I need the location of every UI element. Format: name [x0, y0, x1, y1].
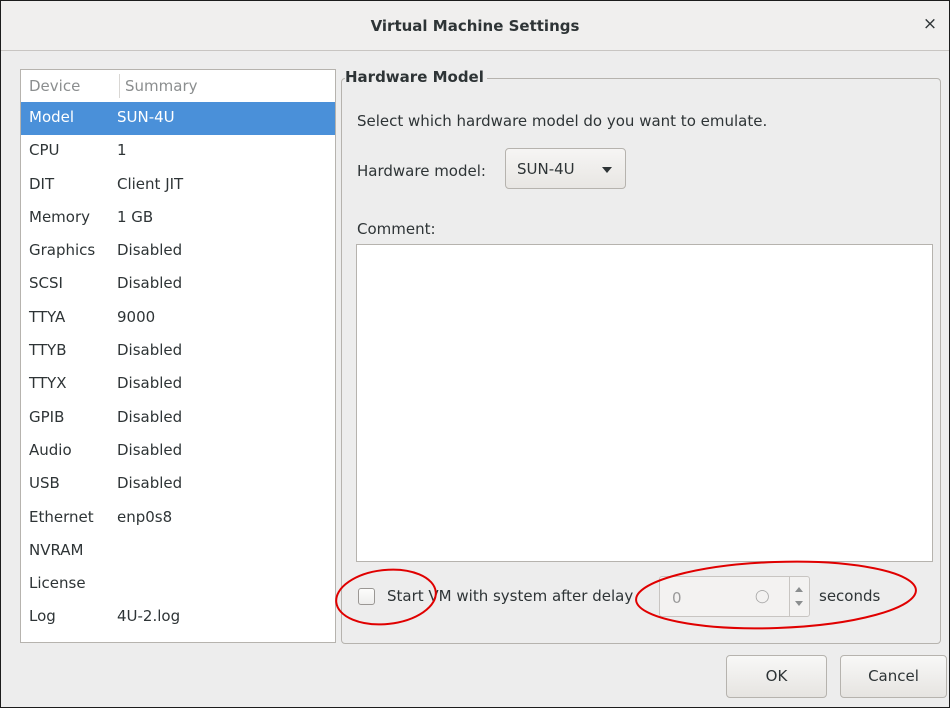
- device-name: Audio: [29, 440, 72, 459]
- device-summary: Client JIT: [117, 174, 184, 193]
- device-summary: 1 GB: [117, 207, 154, 226]
- device-row[interactable]: Graphics Disabled: [21, 235, 335, 268]
- device-summary: enp0s8: [117, 507, 173, 526]
- delay-spinbutton[interactable]: ◯: [659, 576, 810, 617]
- hardware-model-value: SUN-4U: [517, 160, 575, 178]
- device-name: DIT: [29, 174, 55, 193]
- close-icon[interactable]: ×: [921, 15, 939, 33]
- device-row[interactable]: License: [21, 568, 335, 601]
- device-row[interactable]: TTYA 9000: [21, 302, 335, 335]
- device-summary: Disabled: [117, 341, 183, 360]
- device-name: USB: [29, 474, 60, 493]
- comment-label: Comment:: [357, 220, 436, 238]
- group-title: Hardware Model: [345, 68, 487, 86]
- device-summary: Disabled: [117, 274, 183, 293]
- device-row[interactable]: DIT Client JIT: [21, 169, 335, 202]
- increment-icon[interactable]: [795, 587, 803, 592]
- device-name: NVRAM: [29, 540, 84, 559]
- device-row[interactable]: SCSI Disabled: [21, 268, 335, 301]
- hardware-model-dropdown[interactable]: SUN-4U: [505, 148, 626, 189]
- ok-button[interactable]: OK: [726, 655, 827, 698]
- device-row[interactable]: Ethernet enp0s8: [21, 502, 335, 535]
- device-summary: Disabled: [117, 440, 183, 459]
- hardware-model-label: Hardware model:: [357, 162, 486, 180]
- device-row[interactable]: Log 4U-2.log: [21, 601, 335, 634]
- cancel-button[interactable]: Cancel: [840, 655, 947, 698]
- autostart-checkbox[interactable]: [358, 588, 375, 605]
- device-summary: Disabled: [117, 374, 183, 393]
- column-header-summary[interactable]: Summary: [125, 77, 198, 95]
- decrement-icon[interactable]: [795, 601, 803, 606]
- device-row[interactable]: TTYB Disabled: [21, 335, 335, 368]
- spin-buttons: [789, 577, 810, 616]
- comment-textarea[interactable]: [356, 244, 933, 562]
- device-name: Log: [29, 607, 56, 626]
- device-name: TTYX: [29, 374, 67, 393]
- device-name: TTYA: [29, 307, 66, 326]
- device-summary: 9000: [117, 307, 156, 326]
- list-header: Device Summary: [21, 70, 335, 102]
- device-name: CPU: [29, 141, 60, 160]
- device-row[interactable]: USB Disabled: [21, 468, 335, 501]
- device-name: TTYB: [29, 341, 67, 360]
- device-name: License: [29, 574, 86, 593]
- lightbulb-icon: ◯: [755, 589, 770, 604]
- device-summary: Disabled: [117, 241, 183, 260]
- autostart-label[interactable]: Start VM with system after delay: [387, 587, 633, 605]
- device-row[interactable]: TTYX Disabled: [21, 368, 335, 401]
- title-bar: Virtual Machine Settings ×: [1, 1, 949, 51]
- device-list[interactable]: Device Summary Model SUN-4U CPU 1 DIT Client …: [20, 69, 336, 643]
- device-row[interactable]: NVRAM: [21, 535, 335, 568]
- device-row[interactable]: GPIB Disabled: [21, 402, 335, 435]
- delay-input[interactable]: [670, 588, 734, 608]
- device-name: GPIB: [29, 407, 65, 426]
- device-summary: Disabled: [117, 474, 183, 493]
- chevron-down-icon: [602, 167, 612, 173]
- window-title: Virtual Machine Settings: [370, 17, 580, 35]
- delay-unit-label: seconds: [819, 587, 881, 605]
- device-name: Memory: [29, 207, 91, 226]
- device-row[interactable]: Audio Disabled: [21, 435, 335, 468]
- device-row[interactable]: Memory 1 GB: [21, 202, 335, 235]
- device-name: Model: [29, 108, 75, 126]
- device-rows: Model SUN-4U CPU 1 DIT Client JIT Memory 1 GB Gr…: [21, 102, 335, 635]
- device-name: Graphics: [29, 241, 96, 260]
- description-text: Select which hardware model do you want …: [357, 112, 768, 130]
- device-summary: 4U-2.log: [117, 607, 181, 626]
- device-row[interactable]: CPU 1: [21, 135, 335, 168]
- device-row[interactable]: Model SUN-4U: [21, 102, 335, 136]
- device-summary: SUN-4U: [117, 108, 175, 126]
- dialog-window: Virtual Machine Settings × Device Summar…: [0, 0, 950, 708]
- column-separator: [119, 74, 120, 98]
- device-summary: Disabled: [117, 407, 183, 426]
- device-summary: 1: [117, 141, 127, 160]
- device-name: SCSI: [29, 274, 63, 293]
- column-header-device[interactable]: Device: [29, 77, 80, 95]
- device-name: Ethernet: [29, 507, 94, 526]
